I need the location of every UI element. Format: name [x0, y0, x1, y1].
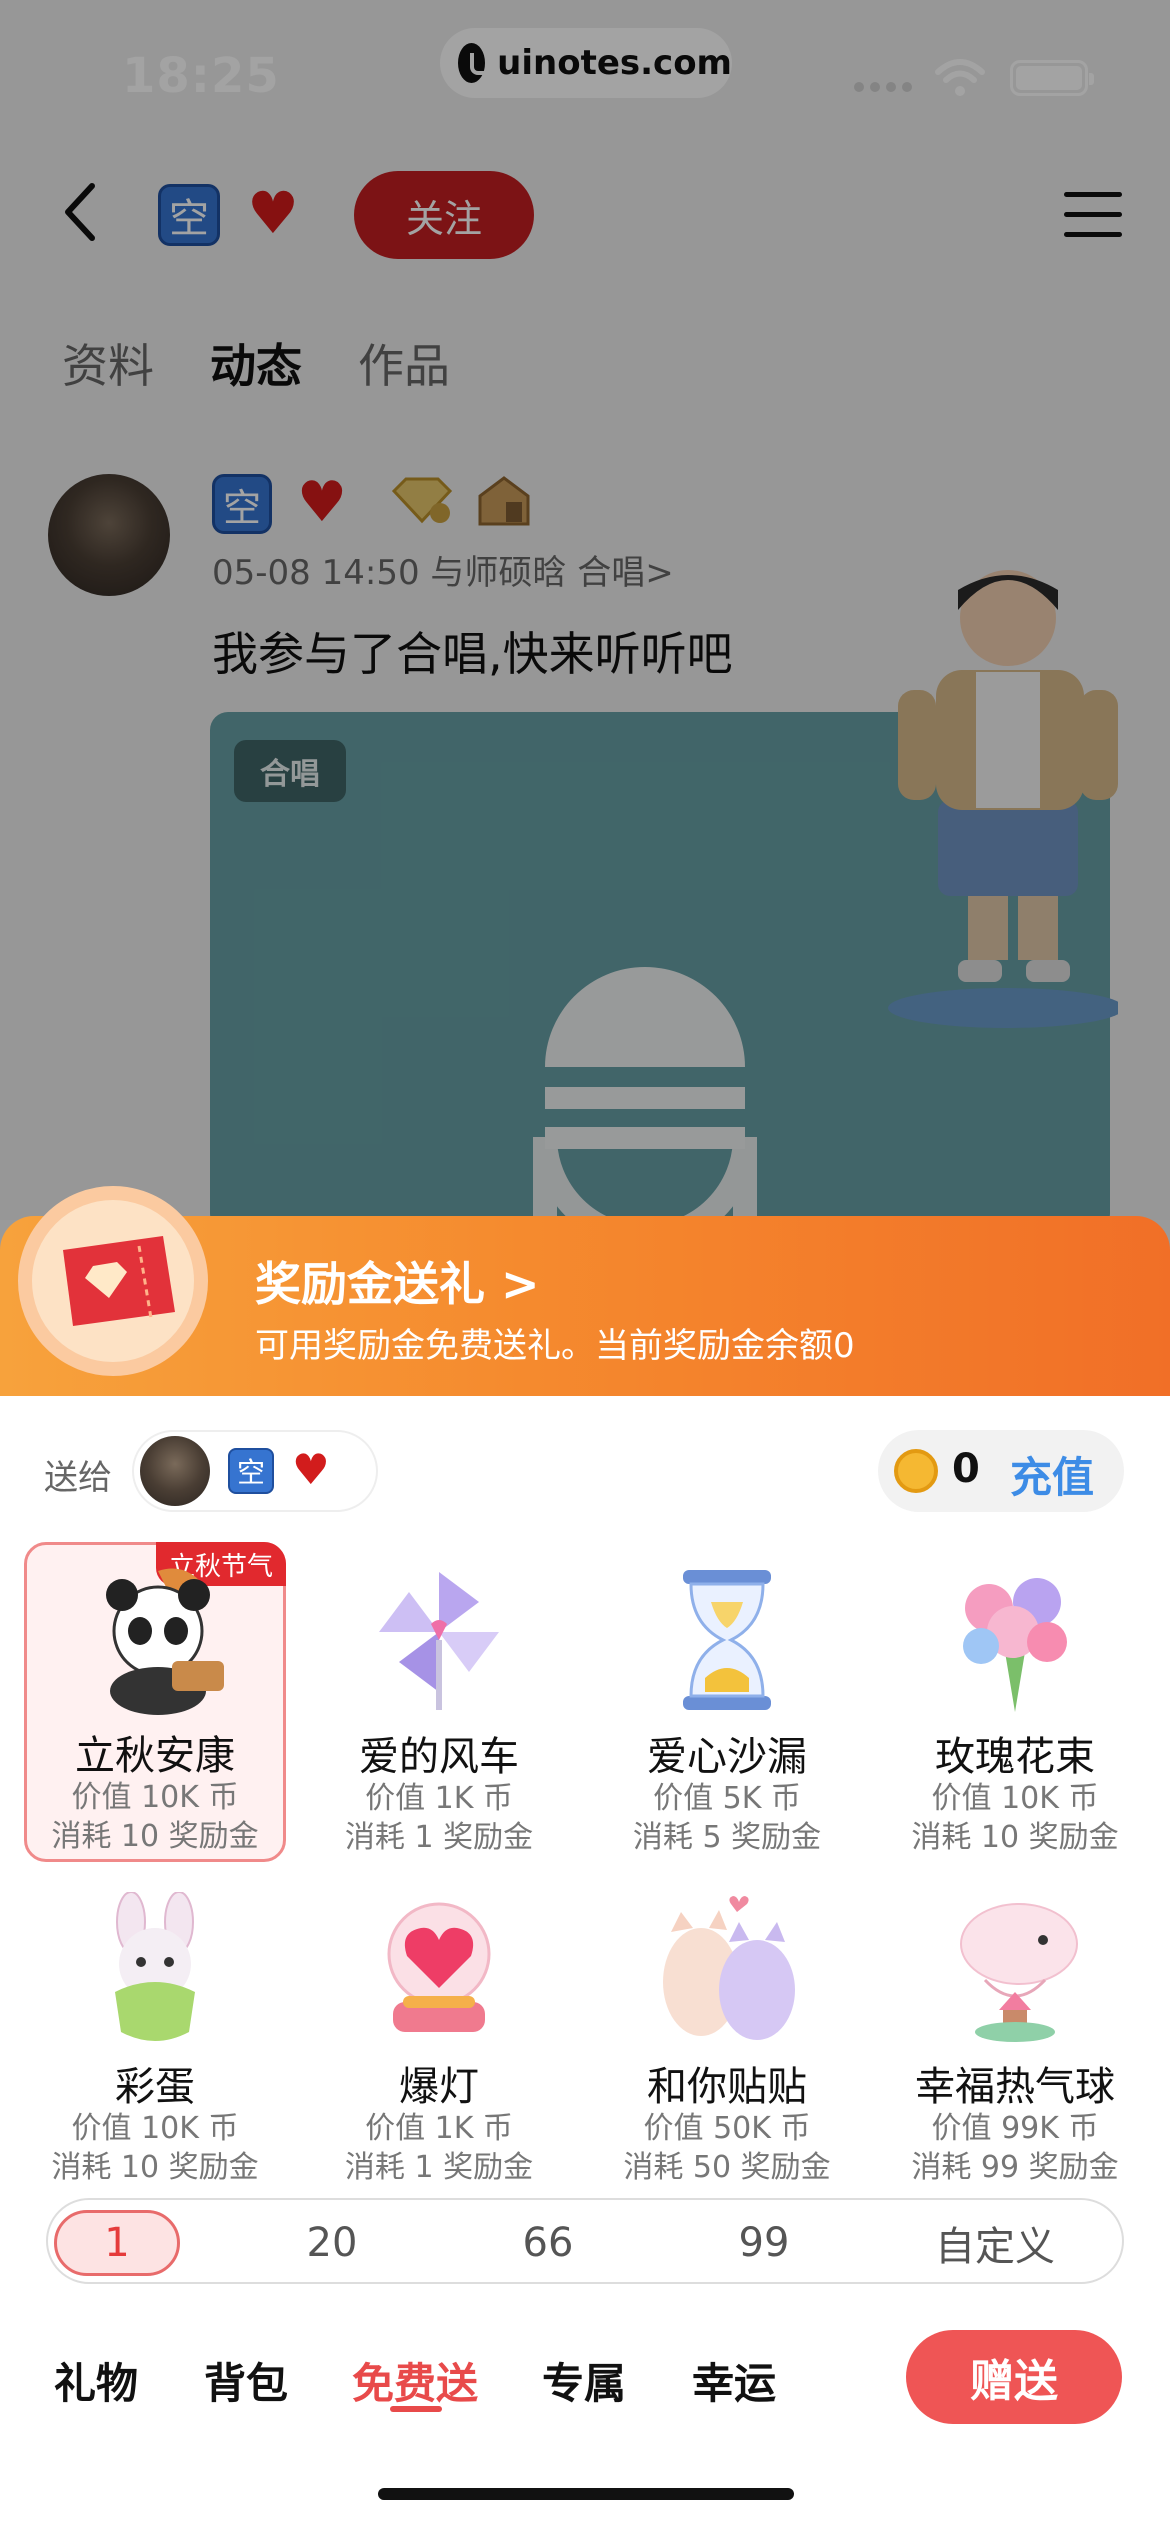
send-gift-button[interactable]: 赠送	[906, 2330, 1122, 2424]
gift-price: 价值 5K 币	[653, 1781, 801, 1816]
gift-cost: 消耗 50 奖励金	[623, 2150, 831, 2185]
quantity-option-20[interactable]: 20	[272, 2210, 392, 2276]
gift-price: 价值 1K 币	[365, 2111, 513, 2146]
cats-icon	[663, 1896, 795, 2040]
reward-subtitle: 可用奖励金免费送礼。当前奖励金余额0	[255, 1326, 855, 1366]
coin-balance: 0	[952, 1446, 980, 1492]
gift-cost: 消耗 99 奖励金	[911, 2150, 1119, 2185]
bouquet-icon	[963, 1578, 1067, 1712]
gift-price: 价值 50K 币	[643, 2111, 811, 2146]
quantity-option-66[interactable]: 66	[488, 2210, 608, 2276]
home-indicator[interactable]	[378, 2488, 794, 2500]
recipient-badge: 空	[228, 1448, 274, 1494]
modal-overlay[interactable]	[0, 0, 1170, 1220]
tab-backpack[interactable]: 背包	[204, 2350, 288, 2411]
gift-item[interactable]: 立秋节气 立秋安康 价值 10K 币 消耗 10 奖励金	[24, 1542, 286, 1862]
gift-item[interactable]: 和你贴贴 价值 50K 币 消耗 50 奖励金	[596, 1876, 858, 2196]
gift-cost: 消耗 10 奖励金	[51, 1819, 259, 1854]
quantity-option-1[interactable]: 1	[54, 2210, 180, 2276]
gift-price: 价值 10K 币	[71, 2111, 239, 2146]
gift-price: 价值 10K 币	[931, 1781, 1099, 1816]
gift-cost: 消耗 10 奖励金	[51, 2150, 259, 2185]
quantity-option-99[interactable]: 99	[704, 2210, 824, 2276]
gift-cost: 消耗 10 奖励金	[911, 1820, 1119, 1855]
gift-price: 价值 10K 币	[71, 1780, 239, 1815]
gift-price: 价值 99K 币	[931, 2111, 1099, 2146]
gift-item[interactable]: 幸福热气球 价值 99K 币 消耗 99 奖励金	[884, 1876, 1146, 2196]
panda-icon	[106, 1568, 224, 1715]
reward-ticket-icon	[18, 1186, 208, 1376]
tab-lucky[interactable]: 幸运	[692, 2350, 776, 2411]
gift-item[interactable]: 爆灯 价值 1K 币 消耗 1 奖励金	[308, 1876, 570, 2196]
quantity-option-custom[interactable]: 自定义	[900, 2210, 1090, 2276]
gift-cost: 消耗 1 奖励金	[344, 2150, 534, 2185]
gift-item[interactable]: 彩蛋 价值 10K 币 消耗 10 奖励金	[24, 1876, 286, 2196]
coin-icon	[894, 1449, 938, 1493]
tab-gifts[interactable]: 礼物	[54, 2350, 138, 2411]
active-tab-indicator	[390, 2406, 442, 2412]
gift-cost: 消耗 5 奖励金	[632, 1820, 822, 1855]
heart-lamp-icon	[387, 1902, 491, 2032]
gift-item[interactable]: 爱的风车 价值 1K 币 消耗 1 奖励金	[308, 1546, 570, 1866]
recipient-avatar	[140, 1436, 210, 1506]
tab-exclusive[interactable]: 专属	[542, 2350, 626, 2411]
hourglass-icon	[683, 1570, 771, 1710]
gift-item[interactable]: 爱心沙漏 价值 5K 币 消耗 5 奖励金	[596, 1546, 858, 1866]
tab-free-send[interactable]: 免费送	[352, 2350, 478, 2411]
recharge-button[interactable]: 充值	[1010, 1444, 1094, 1505]
send-to-label: 送给	[44, 1458, 112, 1498]
pinwheel-icon	[379, 1572, 499, 1710]
bunny-egg-icon	[115, 1892, 195, 2041]
gift-cost: 消耗 1 奖励金	[344, 1820, 534, 1855]
gift-price: 价值 1K 币	[365, 1781, 513, 1816]
balloon-icon	[960, 1903, 1078, 2042]
gift-item[interactable]: 玫瑰花束 价值 10K 币 消耗 10 奖励金	[884, 1546, 1146, 1866]
recipient-heart-icon: ♥	[292, 1444, 330, 1494]
reward-title: 奖励金送礼 >	[255, 1257, 540, 1311]
